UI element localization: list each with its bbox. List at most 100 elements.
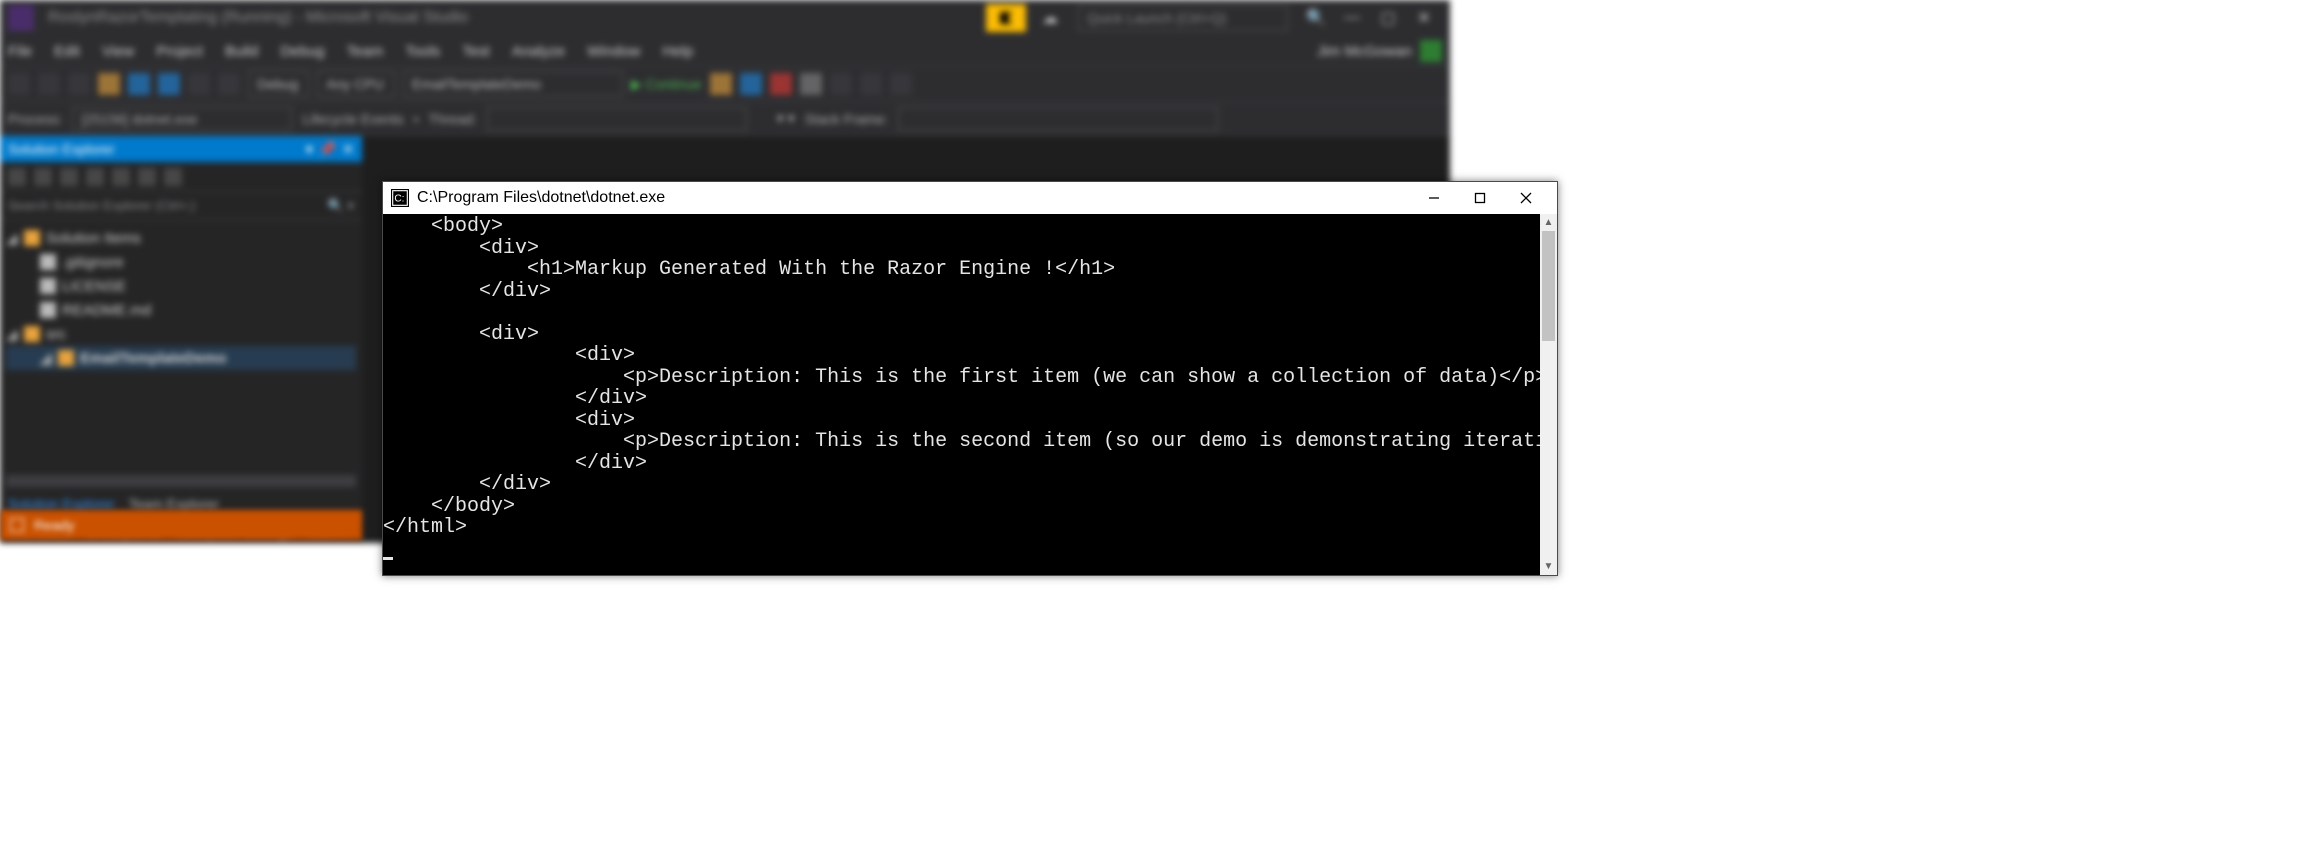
status-icon — [10, 518, 24, 532]
process-combo[interactable]: [25156] dotnet.exe — [72, 107, 292, 131]
lifecycle-label[interactable]: Lifecycle Events — [302, 111, 403, 127]
console-minimize-button[interactable] — [1411, 183, 1457, 213]
menu-edit[interactable]: Edit — [54, 43, 80, 60]
save-icon[interactable] — [128, 73, 150, 95]
menu-tools[interactable]: Tools — [405, 43, 440, 60]
solution-explorer-toolbar — [0, 162, 362, 192]
nav-fwd-button[interactable] — [38, 73, 60, 95]
vs-logo-icon — [8, 5, 34, 31]
file-icon — [40, 278, 56, 294]
step-out-icon[interactable] — [890, 73, 912, 95]
search-icon[interactable]: 🔍 — [1302, 4, 1330, 32]
configuration-combo[interactable]: Debug — [248, 71, 309, 97]
console-close-button[interactable] — [1503, 183, 1549, 213]
close-button[interactable]: ✕ — [1410, 4, 1438, 32]
refresh-icon[interactable] — [60, 168, 78, 186]
signed-in-user[interactable]: Jim McGowan — [1317, 43, 1412, 60]
startup-project-combo[interactable]: EmailTemplateDemo — [403, 71, 623, 97]
open-file-icon[interactable] — [98, 73, 120, 95]
vs-status-bar: Ready — [0, 510, 362, 540]
console-maximize-button[interactable] — [1457, 183, 1503, 213]
console-window: C: C:\Program Files\dotnet\dotnet.exe <b… — [382, 181, 1558, 576]
scroll-down-icon[interactable]: ▼ — [1540, 558, 1557, 575]
tree-project-emailtemplatedemo[interactable]: ◢ EmailTemplateDemo — [6, 346, 356, 370]
save-all-icon[interactable] — [158, 73, 180, 95]
solution-explorer-title: Solution Explorer — [8, 141, 115, 157]
process-label: Process: — [8, 111, 62, 127]
vs-window-title: RoslynRazorTemplating (Running) - Micros… — [48, 9, 468, 27]
pause-icon[interactable] — [740, 73, 762, 95]
stackframe-combo[interactable] — [898, 107, 1218, 131]
menu-team[interactable]: Team — [347, 43, 384, 60]
scroll-up-icon[interactable]: ▲ — [1540, 214, 1557, 231]
status-text: Ready — [34, 517, 74, 533]
panel-close-icon[interactable]: ✕ — [342, 141, 354, 158]
quick-launch-placeholder: Quick Launch (Ctrl+Q) — [1087, 10, 1227, 26]
tree-folder-solution-items[interactable]: ◢ Solution Items — [6, 226, 356, 250]
menu-view[interactable]: View — [102, 43, 134, 60]
menu-build[interactable]: Build — [225, 43, 258, 60]
tree-folder-src[interactable]: ◢ src — [6, 322, 356, 346]
menu-file[interactable]: File — [8, 43, 32, 60]
stackframe-label: Stack Frame: — [805, 111, 888, 127]
solution-tree[interactable]: ◢ Solution Items .gitignore LICENSE READ… — [0, 220, 362, 471]
folder-icon — [24, 230, 40, 246]
step-into-icon[interactable] — [830, 73, 852, 95]
thread-combo[interactable] — [487, 107, 747, 131]
sync-icon[interactable] — [34, 168, 52, 186]
console-scrollbar[interactable]: ▲ ▼ — [1540, 214, 1557, 575]
svg-text:C:: C: — [394, 193, 404, 204]
continue-button[interactable]: ▶ Continue — [631, 76, 702, 93]
search-icon[interactable]: 🔍 ▾ — [328, 198, 354, 214]
tree-file-gitignore[interactable]: .gitignore — [6, 250, 356, 274]
tree-file-license[interactable]: LICENSE — [6, 274, 356, 298]
minimize-button[interactable]: — — [1338, 4, 1366, 32]
break-all-icon[interactable] — [710, 73, 732, 95]
file-icon — [40, 254, 56, 270]
csproj-icon — [58, 350, 74, 366]
console-cursor — [383, 557, 393, 560]
properties-icon[interactable] — [138, 168, 156, 186]
menu-analyze[interactable]: Analyze — [512, 43, 565, 60]
vs-debug-toolbar: Process: [25156] dotnet.exe Lifecycle Ev… — [0, 102, 1450, 136]
maximize-button[interactable]: ▢ — [1374, 4, 1402, 32]
panel-pin-icon[interactable]: 📌 — [319, 141, 336, 158]
menu-debug[interactable]: Debug — [280, 43, 324, 60]
scroll-thumb[interactable] — [1542, 231, 1555, 341]
quick-launch-input[interactable]: Quick Launch (Ctrl+Q) — [1078, 5, 1288, 31]
new-project-button[interactable] — [68, 73, 90, 95]
preview-icon[interactable] — [164, 168, 182, 186]
step-over-icon[interactable] — [860, 73, 882, 95]
redo-button[interactable] — [218, 73, 240, 95]
menu-test[interactable]: Test — [462, 43, 490, 60]
undo-button[interactable] — [188, 73, 210, 95]
show-all-icon[interactable] — [112, 168, 130, 186]
folder-icon — [24, 326, 40, 342]
home-icon[interactable] — [8, 168, 26, 186]
platform-combo[interactable]: Any CPU — [317, 71, 395, 97]
solution-explorer-search-placeholder: Search Solution Explorer (Ctrl+;) — [8, 198, 196, 213]
user-avatar-icon[interactable] — [1420, 40, 1442, 62]
horizontal-scrollbar[interactable] — [6, 475, 356, 487]
menu-project[interactable]: Project — [156, 43, 203, 60]
solution-explorer-panel: Solution Explorer ▾ 📌 ✕ Search Solution … — [0, 136, 362, 543]
stop-icon[interactable] — [770, 73, 792, 95]
console-output[interactable]: <body> <div> <h1>Markup Generated With t… — [383, 214, 1540, 575]
solution-explorer-header[interactable]: Solution Explorer ▾ 📌 ✕ — [0, 136, 362, 162]
menu-window[interactable]: Window — [587, 43, 640, 60]
vs-toolbar: Debug Any CPU EmailTemplateDemo ▶ Contin… — [0, 66, 1450, 102]
menu-help[interactable]: Help — [663, 43, 694, 60]
collapse-icon[interactable] — [86, 168, 104, 186]
tree-file-readme[interactable]: README.md — [6, 298, 356, 322]
restart-icon[interactable] — [800, 73, 822, 95]
thread-label: Thread: — [429, 111, 477, 127]
feedback-icon[interactable]: ☁ — [1036, 4, 1064, 32]
notifications-flag-icon[interactable] — [986, 4, 1026, 32]
vs-menubar: File Edit View Project Build Debug Team … — [0, 36, 1450, 66]
solution-explorer-search[interactable]: Search Solution Explorer (Ctrl+;) 🔍 ▾ — [0, 192, 362, 220]
vs-titlebar: RoslynRazorTemplating (Running) - Micros… — [0, 0, 1450, 36]
console-titlebar[interactable]: C: C:\Program Files\dotnet\dotnet.exe — [383, 182, 1557, 214]
panel-dropdown-icon[interactable]: ▾ — [306, 141, 313, 158]
nav-back-button[interactable] — [8, 73, 30, 95]
console-app-icon: C: — [391, 189, 409, 207]
